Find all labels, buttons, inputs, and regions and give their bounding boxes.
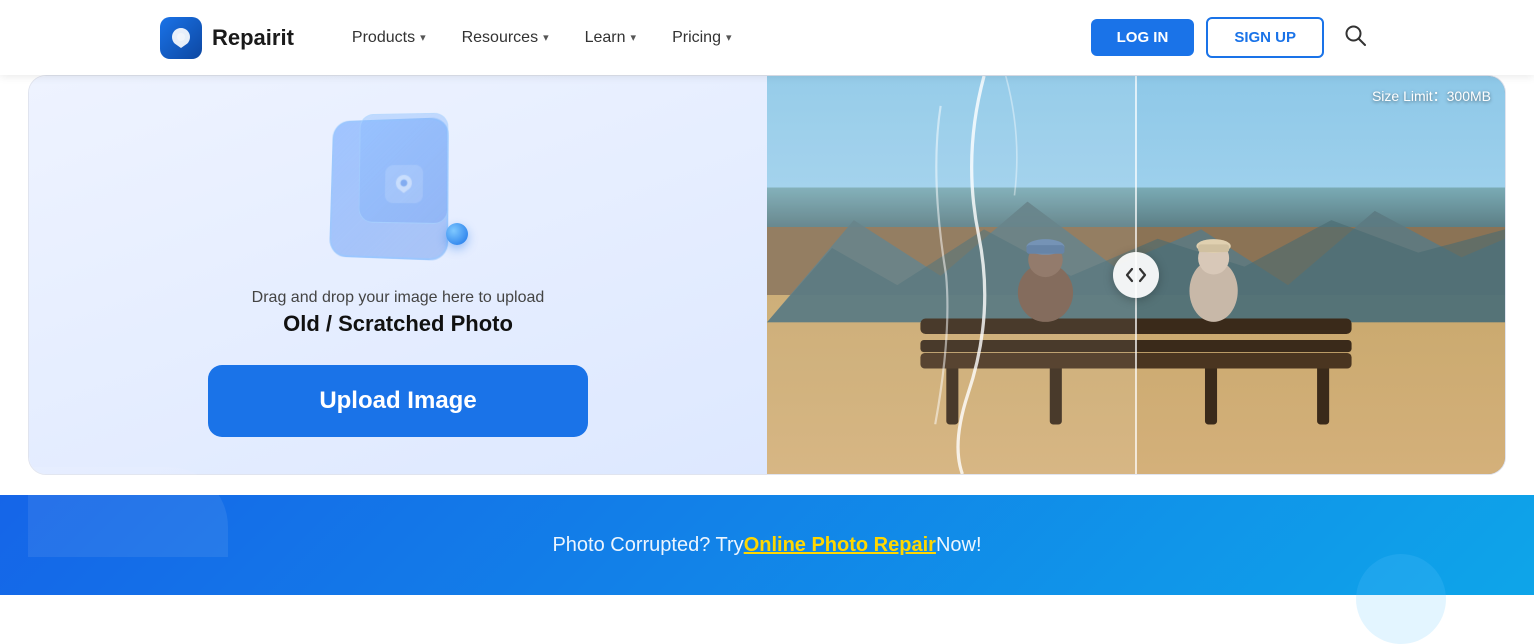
bottom-text-after: Now! [936,534,982,557]
illustration [298,113,498,273]
brand-logo-link[interactable]: Repairit [160,17,294,59]
signup-button[interactable]: SIGN UP [1206,17,1324,58]
nav-label-learn: Learn [585,29,626,47]
search-button[interactable] [1336,20,1374,56]
chevron-down-icon: ▾ [631,31,637,44]
upload-panel: Drag and drop your image here to upload … [29,76,767,474]
blue-sphere-decoration [446,223,468,245]
online-repair-link[interactable]: Online Photo Repair [744,534,936,557]
chevron-down-icon: ▾ [543,31,549,44]
nav-label-resources: Resources [462,29,538,47]
photo-background: Size Limit：300MB [767,76,1505,474]
nav-item-products[interactable]: Products ▾ [334,21,444,55]
main-card: Drag and drop your image here to upload … [28,75,1506,475]
main-section: Drag and drop your image here to upload … [0,75,1534,495]
chevron-left-right-icon [1125,267,1147,283]
chevron-down-icon: ▾ [420,31,426,44]
chevron-down-icon: ▾ [726,31,732,44]
glass-card-inner-shape [358,113,448,225]
login-button[interactable]: LOG IN [1091,19,1195,56]
nav-label-products: Products [352,29,415,47]
brand-name: Repairit [212,25,294,51]
nav-label-pricing: Pricing [672,29,721,47]
bottom-banner: Photo Corrupted? Try Online Photo Repair… [0,495,1534,595]
scratch-overlay [767,76,1136,474]
navbar: Repairit Products ▾ Resources ▾ Learn ▾ … [0,0,1534,75]
nav-item-pricing[interactable]: Pricing ▾ [654,21,749,55]
navbar-actions: LOG IN SIGN UP [1091,17,1374,58]
preview-panel: Size Limit：300MB [767,76,1505,474]
size-limit-badge: Size Limit：300MB [1372,86,1491,106]
upload-image-button[interactable]: Upload Image [208,365,588,437]
brand-logo-icon [160,17,202,59]
nav-item-learn[interactable]: Learn ▾ [567,21,654,55]
nav-item-resources[interactable]: Resources ▾ [444,21,567,55]
search-icon [1344,24,1366,46]
upload-description: Drag and drop your image here to upload [252,289,545,307]
nav-menu: Products ▾ Resources ▾ Learn ▾ Pricing ▾ [334,21,1091,55]
before-after-handle[interactable] [1113,252,1159,298]
page-wrapper: Drag and drop your image here to upload … [0,75,1534,595]
deco-right [1356,554,1446,644]
bottom-content: Photo Corrupted? Try Online Photo Repair… [28,534,1506,557]
bottom-text-before: Photo Corrupted? Try [552,534,743,557]
upload-photo-type: Old / Scratched Photo [283,311,513,337]
